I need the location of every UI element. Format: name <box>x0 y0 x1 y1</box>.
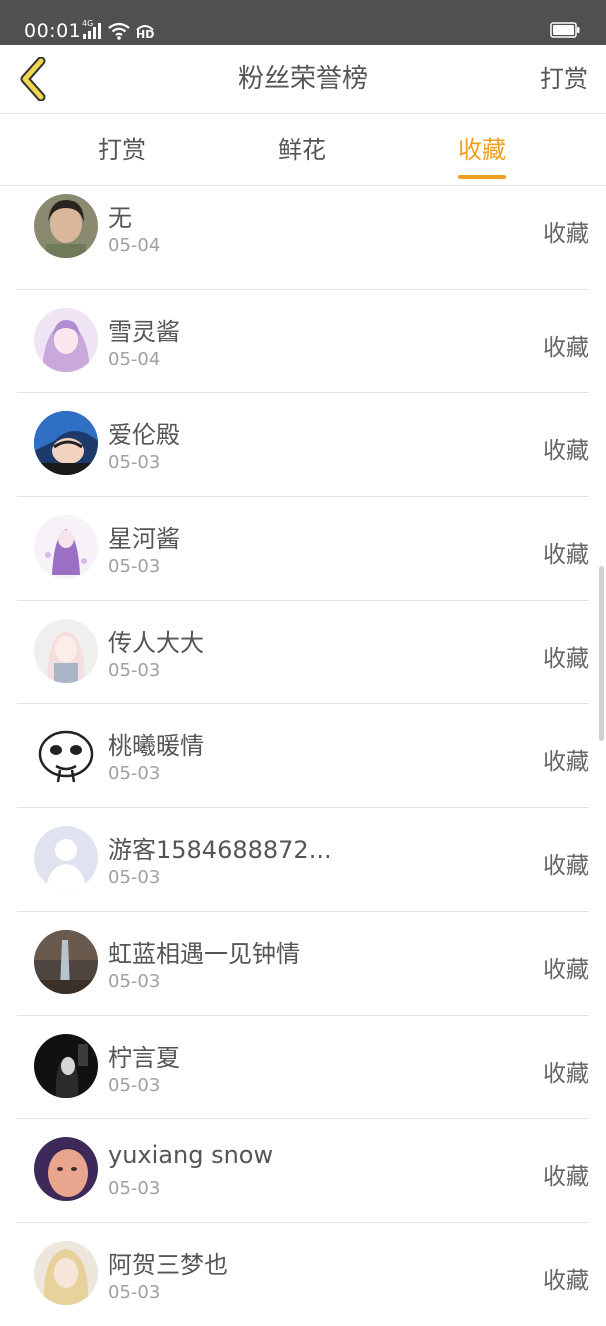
user-name: 游客1584688872... <box>108 836 332 865</box>
user-name: 柠言夏 <box>108 1043 180 1072</box>
action-label: 收藏 <box>543 853 589 880</box>
action-label: 收藏 <box>543 542 589 569</box>
fan-list: 无 05-04 收藏 雪灵酱 05-04 收藏 爱伦殿 05-03 收藏 星河酱… <box>0 186 606 1326</box>
avatar <box>34 194 98 258</box>
list-item[interactable]: 柠言夏 05-03 收藏 <box>17 1016 589 1120</box>
list-item[interactable]: 虹蓝相遇一见钟情 05-03 收藏 <box>17 912 589 1016</box>
list-item[interactable]: 爱伦殿 05-03 收藏 <box>17 393 589 498</box>
date: 05-03 <box>108 1281 161 1303</box>
action-label: 收藏 <box>543 334 589 361</box>
avatar <box>34 1033 98 1098</box>
avatar <box>34 411 98 476</box>
list-item[interactable]: 无 05-04 收藏 <box>17 186 589 290</box>
action-label: 收藏 <box>543 438 589 465</box>
action-label: 收藏 <box>543 749 589 776</box>
user-name: 虹蓝相遇一见钟情 <box>108 939 300 968</box>
date: 05-03 <box>108 867 161 889</box>
user-name: 雪灵酱 <box>108 317 180 346</box>
action-label: 收藏 <box>543 956 589 983</box>
tab-reward[interactable]: 打赏 <box>98 114 146 185</box>
header: 粉丝荣誉榜 打赏 <box>0 45 606 114</box>
status-time: 00:01 <box>24 20 82 42</box>
user-name: 阿贺三梦也 <box>108 1250 228 1279</box>
user-name: 桃曦暖情 <box>108 732 204 761</box>
tab-flowers[interactable]: 鲜花 <box>278 114 326 185</box>
tab-favorites[interactable]: 收藏 <box>458 114 506 185</box>
list-item[interactable]: 星河酱 05-03 收藏 <box>17 497 589 601</box>
date: 05-03 <box>108 1074 161 1096</box>
date: 05-03 <box>108 970 161 992</box>
reward-button[interactable]: 打赏 <box>540 45 588 113</box>
date: 05-03 <box>108 763 161 785</box>
avatar <box>34 722 98 787</box>
avatar <box>34 1240 98 1305</box>
status-bar: 00:01 4G HD <box>0 0 606 45</box>
tab-favorites-label: 收藏 <box>458 136 506 164</box>
date: 05-03 <box>108 452 161 474</box>
date: 05-04 <box>108 348 161 370</box>
scrollbar[interactable] <box>599 566 604 741</box>
user-name: 星河酱 <box>108 525 180 554</box>
signal-icon: 4G <box>82 19 104 41</box>
action-label: 收藏 <box>543 221 589 247</box>
avatar <box>34 307 98 372</box>
page-title: 粉丝荣誉榜 <box>237 64 368 94</box>
user-name: 传人大大 <box>108 628 204 657</box>
avatar <box>34 618 98 683</box>
wifi-icon <box>108 21 130 41</box>
list-item[interactable]: 雪灵酱 05-04 收藏 <box>17 290 589 394</box>
avatar <box>34 1137 98 1202</box>
date: 05-03 <box>108 556 161 578</box>
date: 05-03 <box>108 1178 161 1200</box>
date: 05-03 <box>108 659 161 681</box>
user-name: 爱伦殿 <box>108 421 180 450</box>
list-item[interactable]: 阿贺三梦也 05-03 收藏 <box>17 1223 589 1326</box>
list-item[interactable]: 传人大大 05-03 收藏 <box>17 601 589 705</box>
user-name: yuxiang snow <box>108 1141 274 1170</box>
action-label: 收藏 <box>543 645 589 672</box>
avatar <box>34 826 98 891</box>
list-item[interactable]: yuxiang snow 05-03 收藏 <box>17 1119 589 1223</box>
hd-label: HD <box>136 28 155 41</box>
user-name: 无 <box>108 204 132 232</box>
active-tab-indicator <box>458 175 506 179</box>
status-icons: 4G HD <box>82 19 156 42</box>
tab-flowers-label: 鲜花 <box>278 136 326 164</box>
action-label: 收藏 <box>543 1267 589 1294</box>
tab-bar: 打赏 鲜花 收藏 <box>0 114 606 186</box>
date: 05-04 <box>108 235 161 256</box>
action-label: 收藏 <box>543 1060 589 1087</box>
list-item[interactable]: 游客1584688872... 05-03 收藏 <box>17 808 589 912</box>
hd-icon: HD <box>134 21 156 41</box>
action-label: 收藏 <box>543 1164 589 1191</box>
battery-icon <box>550 22 580 38</box>
avatar <box>34 929 98 994</box>
list-item[interactable]: 桃曦暖情 05-03 收藏 <box>17 704 589 809</box>
tab-reward-label: 打赏 <box>98 136 146 164</box>
avatar <box>34 515 98 580</box>
